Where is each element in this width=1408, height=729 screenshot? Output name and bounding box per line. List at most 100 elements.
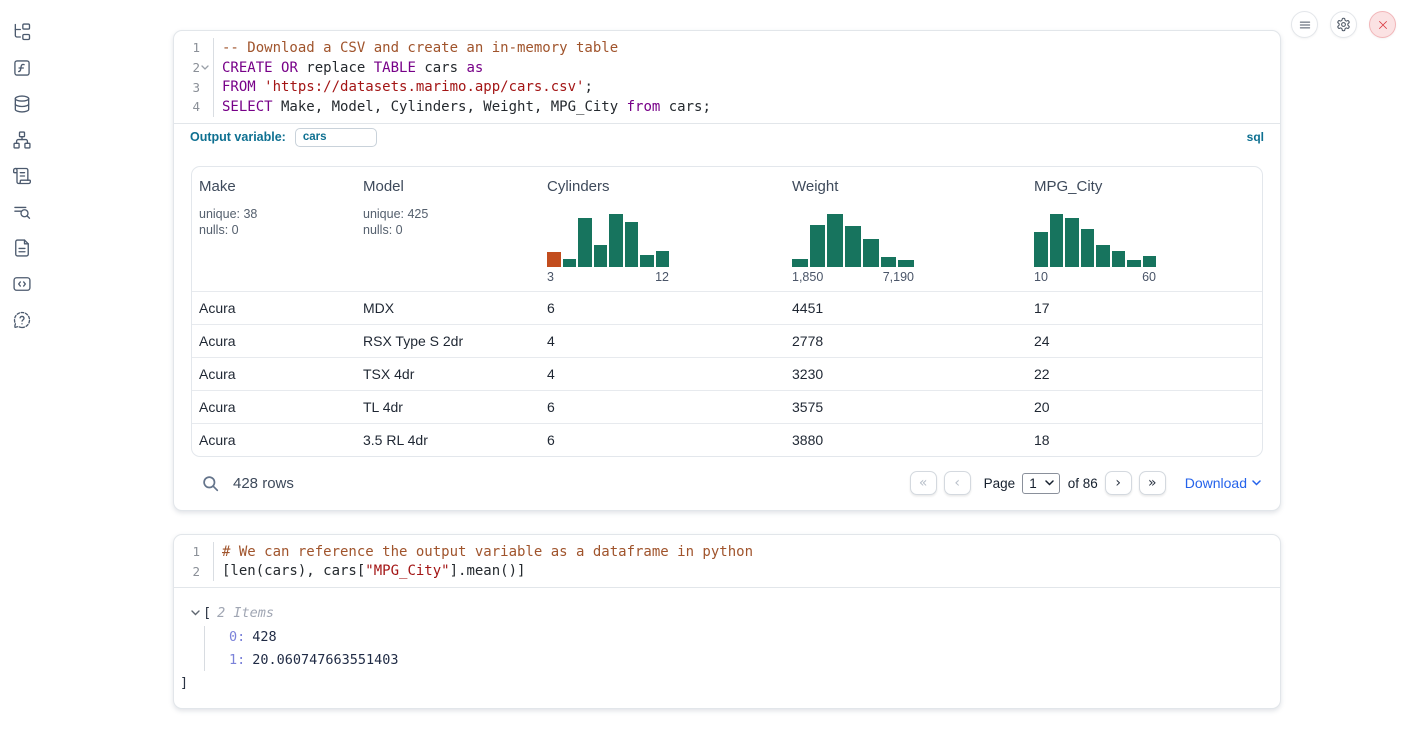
- sql-code-editor[interactable]: 1-- Download a CSV and create an in-memo…: [174, 31, 1280, 123]
- token-keyword: TABLE: [374, 60, 416, 76]
- table-cell: 20: [1027, 399, 1262, 415]
- column-label: Weight: [792, 178, 1021, 195]
- code-line[interactable]: 1-- Download a CSV and create an in-memo…: [174, 38, 1280, 58]
- token-comment: # We can reference the output variable a…: [222, 544, 753, 560]
- code-text: # We can reference the output variable a…: [214, 544, 753, 560]
- output-variable-input[interactable]: [295, 128, 377, 147]
- table-search-button[interactable]: [202, 475, 219, 492]
- tree-collapse-toggle[interactable]: [191, 610, 200, 616]
- settings-button[interactable]: [1330, 11, 1357, 38]
- chevron-down-icon: [1252, 480, 1261, 486]
- sidebar-item-datasources[interactable]: [12, 94, 32, 114]
- histogram-bar: [1112, 251, 1126, 267]
- table-cell: Acura: [192, 399, 356, 415]
- output-variable-label: Output variable:: [190, 130, 286, 144]
- gutter: 4: [174, 97, 214, 117]
- page-select-value: 1: [1029, 476, 1037, 491]
- token-keyword: FROM: [222, 79, 256, 95]
- sidebar-item-logs[interactable]: [12, 202, 32, 222]
- token-string: "MPG_City": [365, 563, 449, 579]
- histogram-bar: [578, 218, 592, 267]
- tree-root: [ 2 Items: [180, 602, 1264, 624]
- item-value: 428: [252, 629, 276, 645]
- item-key: 0:: [229, 629, 245, 645]
- token-plain: ;: [584, 79, 592, 95]
- column-header-model[interactable]: Modelunique: 425nulls: 0: [356, 167, 540, 291]
- table-body: AcuraMDX6445117AcuraRSX Type S 2dr427782…: [192, 291, 1262, 456]
- sidebar-item-documents[interactable]: [12, 238, 32, 258]
- axis-min-label: 3: [547, 270, 554, 284]
- menu-button[interactable]: [1291, 11, 1318, 38]
- column-header-mpg_city[interactable]: MPG_City1060: [1027, 167, 1262, 291]
- token-keyword: OR: [281, 60, 298, 76]
- axis-min-label: 1,850: [792, 270, 823, 284]
- table-cell: MDX: [356, 300, 540, 316]
- dataframe-table: Makeunique: 38nulls: 0Modelunique: 425nu…: [191, 166, 1263, 457]
- token-plain: [len(cars), cars[: [222, 563, 365, 579]
- column-stat: nulls: 0: [199, 222, 350, 239]
- line-number: 4: [192, 99, 200, 114]
- histogram-cylinders: 3 12: [547, 211, 669, 284]
- sidebar-item-scratchpad[interactable]: [12, 166, 32, 186]
- column-header-cylinders[interactable]: Cylinders312: [540, 167, 785, 291]
- column-header-make[interactable]: Makeunique: 38nulls: 0: [192, 167, 356, 291]
- histogram-bar: [792, 259, 808, 267]
- page-select[interactable]: 1: [1022, 473, 1060, 494]
- gutter: 2: [174, 58, 214, 78]
- table-row: Acura3.5 RL 4dr6388018: [192, 423, 1262, 456]
- sidebar-item-snippets[interactable]: [12, 274, 32, 294]
- table-cell: 6: [540, 432, 785, 448]
- histogram-bar: [1127, 260, 1141, 267]
- code-line[interactable]: 2[len(cars), cars["MPG_City"].mean()]: [174, 561, 1280, 581]
- prev-page-button[interactable]: ‹: [944, 471, 971, 495]
- token-plain: ].mean()]: [450, 563, 526, 579]
- sidebar-item-functions[interactable]: [12, 58, 32, 78]
- dependency-graph-icon: [12, 130, 32, 150]
- token-keyword: SELECT: [222, 99, 273, 115]
- gear-icon: [1336, 17, 1351, 32]
- sidebar-item-file-tree[interactable]: [12, 22, 32, 42]
- table-cell: RSX Type S 2dr: [356, 333, 540, 349]
- table-cell: Acura: [192, 366, 356, 382]
- histogram-axis: 3 12: [547, 270, 669, 284]
- item-key: 1:: [229, 652, 245, 668]
- token-keyword: CREATE: [222, 60, 273, 76]
- code-text: [len(cars), cars["MPG_City"].mean()]: [214, 563, 525, 579]
- histogram-bars: [1034, 211, 1156, 267]
- histogram-bars: [792, 211, 914, 267]
- code-line[interactable]: 1# We can reference the output variable …: [174, 542, 1280, 562]
- histogram-bar: [1143, 256, 1157, 267]
- column-header-weight[interactable]: Weight 1,8507,190: [785, 167, 1027, 291]
- close-bracket: ]: [180, 671, 1264, 691]
- fold-chevron-icon[interactable]: [200, 65, 210, 70]
- histogram-axis: 1,8507,190: [792, 270, 914, 284]
- code-line[interactable]: 4SELECT Make, Model, Cylinders, Weight, …: [174, 97, 1280, 117]
- help-icon: [12, 310, 32, 330]
- chevron-down-icon: [191, 610, 200, 616]
- sidebar-item-dependency-graph[interactable]: [12, 130, 32, 150]
- sidebar: [0, 0, 44, 729]
- table-cell: 3880: [785, 432, 1027, 448]
- download-button[interactable]: Download: [1185, 475, 1261, 491]
- last-page-button[interactable]: »: [1139, 471, 1166, 495]
- sidebar-item-help[interactable]: [12, 310, 32, 330]
- histogram-bar: [656, 251, 670, 267]
- close-button[interactable]: [1369, 11, 1396, 38]
- next-page-button[interactable]: ›: [1105, 471, 1132, 495]
- python-cell-output: [ 2 Items 0: 428 1: 20.060747663551403 ]: [174, 587, 1280, 708]
- code-line[interactable]: 3FROM 'https://datasets.marimo.app/cars.…: [174, 77, 1280, 97]
- python-code-editor[interactable]: 1# We can reference the output variable …: [174, 535, 1280, 587]
- histogram-weight: 1,8507,190: [792, 211, 914, 284]
- code-line[interactable]: 2CREATE OR replace TABLE cars as: [174, 58, 1280, 78]
- axis-max-label: 12: [655, 270, 669, 284]
- first-page-button[interactable]: «: [910, 471, 937, 495]
- table-row: AcuraTSX 4dr4323022: [192, 357, 1262, 390]
- tree-items: 0: 428 1: 20.060747663551403: [204, 626, 1264, 671]
- histogram-bar: [1096, 245, 1110, 267]
- line-number: 1: [192, 40, 200, 55]
- table-cell: Acura: [192, 300, 356, 316]
- tree-item: 1: 20.060747663551403: [229, 649, 1264, 672]
- table-cell: 6: [540, 399, 785, 415]
- line-number: 3: [192, 80, 200, 95]
- page-total-label: of 86: [1068, 476, 1098, 491]
